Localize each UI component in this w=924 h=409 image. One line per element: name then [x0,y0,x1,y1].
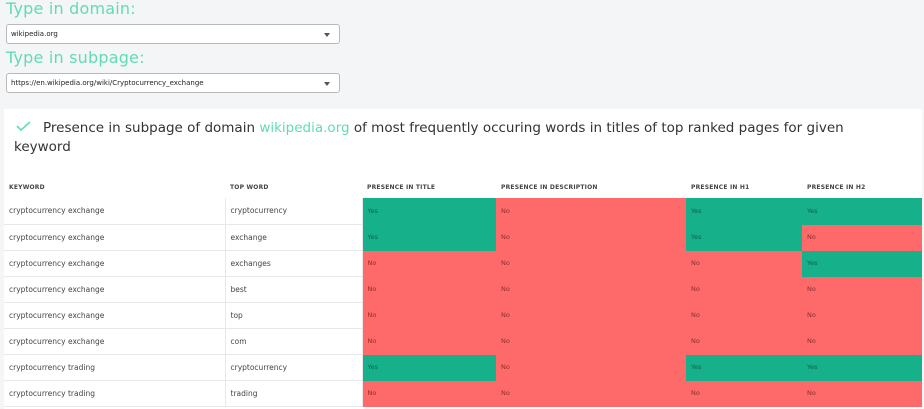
keyword-cell: cryptocurrency trading [4,354,226,381]
presence-cell: No [686,250,802,277]
presence-table: KEYWORD TOP WORD PRESENCE IN TITLE PRESENCE… [4,177,922,407]
column-header: PRESENCE IN H2 [802,177,922,198]
presence-cell: Yes [802,354,922,381]
top-word-cell: exchanges [225,250,363,277]
chevron-down-icon[interactable] [324,33,330,37]
keyword-cell: cryptocurrency exchange [4,198,226,225]
presence-cell: No [362,276,496,303]
table-row: cryptocurrency exchange best No No No No [4,276,922,303]
column-header: PRESENCE IN H1 [686,177,802,198]
table-row: cryptocurrency exchange cryptocurrency Yes… [4,198,922,225]
check-icon [16,121,31,131]
table-row: cryptocurrency exchange exchanges No No No Ye… [4,250,922,277]
results-card: Presence in subpage of domain wikipedia.… [4,109,922,409]
presence-cell: No [802,328,922,355]
heading-prefix: Presence in subpage of domain [43,120,256,136]
presence-cell: No [362,380,496,407]
presence-cell: Yes [802,198,922,225]
table-row: cryptocurrency trading cryptocurrency Yes N… [4,354,922,381]
heading-domain: wikipedia.org [259,120,350,136]
presence-cell: No [362,250,496,277]
keyword-cell: cryptocurrency exchange [4,302,226,329]
presence-cell: Yes [686,354,802,381]
top-word-cell: trading [225,380,363,407]
presence-cell: No [496,198,686,225]
top-word-cell: cryptocurrency [225,198,363,225]
presence-cell: No [686,302,802,329]
presence-cell: Yes [362,354,496,381]
results-heading: Presence in subpage of domain wikipedia.… [14,119,904,157]
domain-select[interactable]: wikipedia.org [6,24,340,44]
column-header: PRESENCE IN DESCRIPTION [496,177,686,198]
presence-cell: No [496,276,686,303]
presence-cell: No [496,224,686,251]
presence-cell: No [802,380,922,407]
table-row: cryptocurrency exchange top No No No No [4,302,922,329]
table-row: cryptocurrency exchange com No No No No [4,328,922,355]
domain-select-value: wikipedia.org [11,30,58,38]
presence-cell: No [802,276,922,303]
presence-cell: No [686,276,802,303]
top-word-cell: cryptocurrency [225,354,363,381]
subpage-select-value: https://en.wikipedia.org/wiki/Cryptocurr… [11,79,204,87]
chevron-down-icon[interactable] [324,82,330,86]
keyword-cell: cryptocurrency exchange [4,224,226,251]
presence-cell: Yes [686,198,802,225]
subpage-label: Type in subpage: [6,48,145,67]
presence-cell: No [362,302,496,329]
presence-cell: Yes [362,198,496,225]
domain-label: Type in domain: [6,0,136,18]
presence-cell: No [496,302,686,329]
table-row: cryptocurrency exchange exchange Yes No Yes N… [4,224,922,251]
presence-cell: No [496,250,686,277]
column-header: KEYWORD [4,177,225,198]
top-word-cell: exchange [225,224,363,251]
keyword-cell: cryptocurrency exchange [4,250,226,277]
table-header-row: KEYWORD TOP WORD PRESENCE IN TITLE PRESENCE… [4,177,922,198]
table-row: cryptocurrency trading trading No No No No [4,380,922,407]
column-header: PRESENCE IN TITLE [362,177,496,198]
top-word-cell: best [225,276,363,303]
top-word-cell: top [225,302,363,329]
presence-cell: No [802,224,922,251]
keyword-cell: cryptocurrency exchange [4,328,226,355]
presence-cell: No [496,380,686,407]
presence-cell: Yes [362,224,496,251]
subpage-select[interactable]: https://en.wikipedia.org/wiki/Cryptocurr… [6,73,340,93]
presence-cell: No [496,328,686,355]
keyword-cell: cryptocurrency exchange [4,276,226,303]
presence-cell: No [686,328,802,355]
presence-cell: Yes [802,250,922,277]
table-body: cryptocurrency exchange cryptocurrency Yes… [4,198,922,407]
keyword-cell: cryptocurrency trading [4,380,226,407]
presence-cell: Yes [686,224,802,251]
presence-cell: No [496,354,686,381]
presence-cell: No [686,380,802,407]
column-header: TOP WORD [225,177,362,198]
presence-cell: No [362,328,496,355]
top-word-cell: com [225,328,363,355]
presence-cell: No [802,302,922,329]
